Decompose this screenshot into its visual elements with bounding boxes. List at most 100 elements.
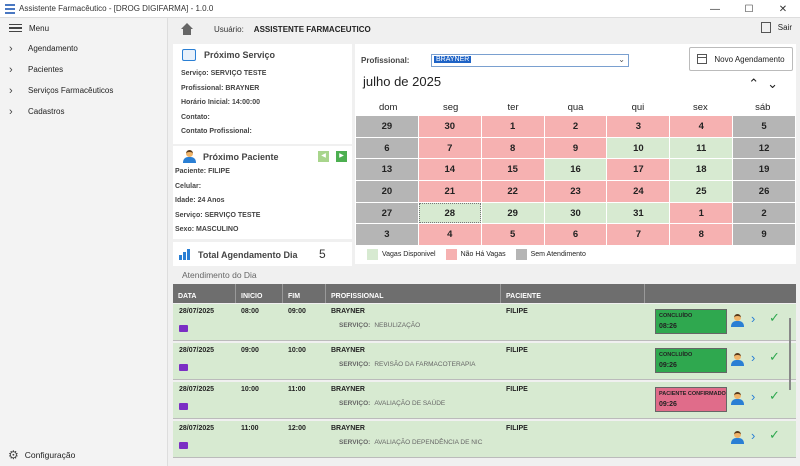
servico-value: REVISÃO DA FARMACOTERAPIA (374, 361, 476, 368)
next-paciente-button[interactable]: ▶ (336, 151, 347, 162)
calendar-day[interactable]: 13 (356, 159, 418, 181)
calendar-day[interactable]: 9 (733, 224, 795, 246)
weekday-label: dom (378, 102, 398, 113)
calendar-day[interactable]: 17 (607, 159, 670, 181)
calendar-day[interactable]: 2 (544, 116, 607, 137)
exit-button[interactable]: Sair (760, 22, 792, 33)
calendar-day[interactable]: 3 (607, 116, 670, 137)
table-row[interactable]: 28/07/2025 08:00 09:00 BRAYNER SERVIÇO: NEBUL… (173, 304, 796, 341)
prev-paciente-button[interactable]: ◀ (318, 151, 329, 162)
open-atendimento-button[interactable]: › (751, 311, 755, 326)
column-header-paciente[interactable]: PACIENTE (500, 284, 644, 303)
calendar-day[interactable]: 26 (733, 181, 795, 202)
calendar-day[interactable]: 30 (544, 202, 607, 224)
calendar-day[interactable]: 11 (670, 137, 733, 159)
prev-month-button[interactable]: ⌃ (748, 76, 767, 91)
servico-value: NEBULIZAÇÃO (374, 322, 421, 329)
calendar-day[interactable]: 30 (418, 116, 481, 137)
calendar-day[interactable]: 7 (418, 137, 481, 159)
calendar-day[interactable]: 31 (607, 202, 670, 224)
bar-chart-icon (179, 248, 191, 260)
cell-inicio: 11:00 (241, 425, 259, 432)
menu-toggle[interactable]: Menu (0, 18, 167, 38)
calendar-day[interactable]: 6 (356, 137, 418, 159)
table-row[interactable]: 28/07/2025 09:00 10:00 BRAYNER SERVIÇO: REVIS… (173, 343, 796, 380)
calendar-day[interactable]: 8 (670, 224, 733, 246)
calendar-day[interactable]: 20 (356, 181, 418, 202)
cell-profissional: BRAYNER (331, 386, 365, 393)
calendar-day[interactable]: 22 (481, 181, 544, 202)
calendar-day[interactable]: 8 (481, 137, 544, 159)
calendar-day[interactable]: 29 (481, 202, 544, 224)
patient-icon[interactable] (731, 353, 744, 367)
calendar-day[interactable]: 28 (418, 202, 481, 224)
column-header-profissional[interactable]: PROFISSIONAL (325, 284, 500, 303)
calendar-day[interactable]: 5 (481, 224, 544, 246)
legend-swatch-sem-atendimento (515, 249, 527, 260)
open-atendimento-button[interactable]: › (751, 428, 755, 443)
sidebar-item-pacientes[interactable]: › Pacientes (0, 59, 167, 80)
calendar-day[interactable]: 21 (418, 181, 481, 202)
calendar-day[interactable]: 12 (733, 137, 795, 159)
profissional-select[interactable]: BRAYNER ⌄ (431, 54, 629, 67)
calendar-day[interactable]: 25 (670, 181, 733, 202)
next-month-button[interactable]: ⌄ (767, 76, 786, 91)
calendar-day[interactable]: 18 (670, 159, 733, 181)
confirm-atendimento-button[interactable]: ✓ (769, 427, 780, 443)
calendar-day[interactable]: 19 (733, 159, 795, 181)
scrollbar[interactable] (789, 318, 791, 390)
close-button[interactable]: ✕ (766, 0, 800, 18)
calendar-day[interactable]: 6 (544, 224, 607, 246)
calendar-day[interactable]: 14 (418, 159, 481, 181)
status-time: 08:26 (659, 323, 677, 330)
patient-icon (183, 150, 196, 163)
sidebar-item-servicos[interactable]: › Serviços Farmacêuticos (0, 80, 167, 101)
cell-paciente: FILIPE (506, 386, 528, 393)
status-badge: CONCLUÍDO 09:26 (655, 348, 727, 373)
confirm-atendimento-button[interactable]: ✓ (769, 388, 780, 404)
minimize-button[interactable]: — (698, 0, 732, 18)
table-row[interactable]: 28/07/2025 10:00 11:00 BRAYNER SERVIÇO: AVALI… (173, 382, 796, 419)
calendar-day[interactable]: 4 (670, 116, 733, 137)
calendar-day[interactable]: 3 (356, 224, 418, 246)
sidebar-item-cadastros[interactable]: › Cadastros (0, 101, 167, 122)
open-atendimento-button[interactable]: › (751, 389, 755, 404)
servico-value: AVALIAÇÃO DE SAÚDE (374, 400, 446, 407)
table-row[interactable]: 28/07/2025 11:00 12:00 BRAYNER SERVIÇO: AVALI… (173, 421, 796, 458)
message-icon[interactable] (179, 442, 188, 449)
open-atendimento-button[interactable]: › (751, 350, 755, 365)
calendar-day[interactable]: 10 (607, 137, 670, 159)
calendar-day[interactable]: 1 (670, 202, 733, 224)
calendar-day[interactable]: 1 (481, 116, 544, 137)
confirm-atendimento-button[interactable]: ✓ (769, 310, 780, 326)
calendar-day[interactable]: 24 (607, 181, 670, 202)
calendar-day[interactable]: 15 (481, 159, 544, 181)
patient-icon[interactable] (731, 314, 744, 328)
calendar-day[interactable]: 5 (733, 116, 795, 137)
home-icon[interactable] (180, 23, 194, 35)
calendar-day[interactable]: 7 (607, 224, 670, 246)
maximize-button[interactable]: ☐ (732, 0, 766, 18)
calendar-day[interactable]: 23 (544, 181, 607, 202)
status-badge: PACIENTE CONFIRMADO 09:26 (655, 387, 727, 412)
message-icon[interactable] (179, 403, 188, 410)
calendar-day[interactable]: 9 (544, 137, 607, 159)
calendar-day[interactable]: 29 (356, 116, 418, 137)
configuracao-button[interactable]: ⚙ Configuração (8, 448, 75, 462)
column-header-data[interactable]: DATA (173, 284, 235, 303)
clipboard-icon (182, 49, 196, 61)
calendar-day[interactable]: 2 (733, 202, 795, 224)
calendar-day[interactable]: 4 (418, 224, 481, 246)
message-icon[interactable] (179, 325, 188, 332)
sidebar-item-agendamento[interactable]: › Agendamento (0, 38, 167, 59)
patient-icon[interactable] (731, 431, 744, 445)
novo-agendamento-button[interactable]: Novo Agendamento (689, 47, 793, 71)
atendimento-title: Atendimento do Dia (171, 268, 796, 282)
column-header-fim[interactable]: FIM (282, 284, 325, 303)
patient-icon[interactable] (731, 392, 744, 406)
calendar-day[interactable]: 27 (356, 202, 418, 224)
message-icon[interactable] (179, 364, 188, 371)
column-header-inicio[interactable]: INICIO (235, 284, 282, 303)
confirm-atendimento-button[interactable]: ✓ (769, 349, 780, 365)
calendar-day[interactable]: 16 (544, 159, 607, 181)
